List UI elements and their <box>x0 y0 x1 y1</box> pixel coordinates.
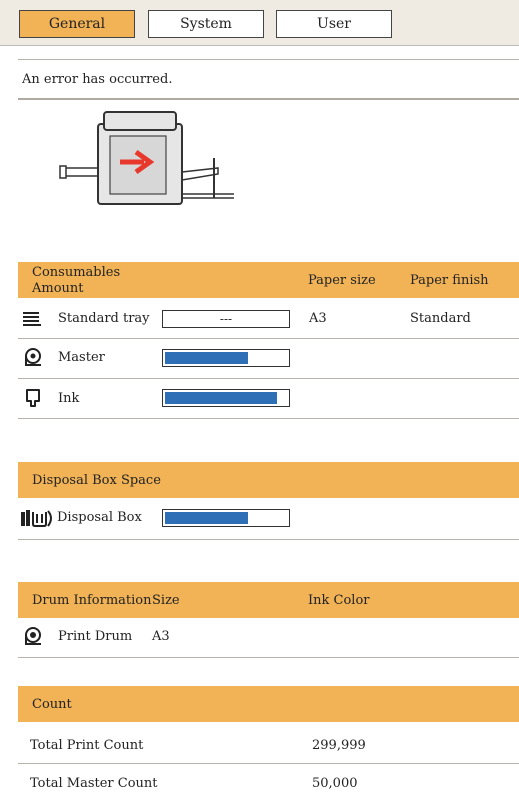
ink-label: Ink <box>58 391 80 406</box>
ink-color-header: Ink Color <box>308 593 370 608</box>
ink-level-bar <box>162 389 290 407</box>
paper-size-header: Paper size <box>308 273 376 288</box>
divider <box>18 657 519 658</box>
count-header: Count <box>18 686 519 722</box>
disposal-box-label: Disposal Box <box>57 510 142 525</box>
drum-header: Drum Information Size Ink Color <box>18 582 519 618</box>
disposal-box-level-bar <box>162 509 290 527</box>
divider <box>18 59 519 60</box>
disposal-header: Disposal Box Space <box>18 462 519 498</box>
tab-user[interactable]: User <box>276 10 392 38</box>
standard-tray-level-text: --- <box>219 312 233 326</box>
total-master-count-label: Total Master Count <box>30 776 158 791</box>
tab-general[interactable]: General <box>19 10 135 38</box>
count-label: Count <box>32 697 72 712</box>
standard-tray-label: Standard tray <box>58 311 150 326</box>
paper-finish-header: Paper finish <box>410 273 489 288</box>
drum-size-header: Size <box>152 593 180 608</box>
print-drum-size: A3 <box>152 629 170 644</box>
master-roll-icon <box>25 348 41 366</box>
disposal-box-icon <box>21 510 52 527</box>
consumables-header: Consumables Amount Paper size Paper fini… <box>18 262 519 298</box>
disposal-box-level-fill <box>165 512 248 524</box>
printer-error-icon <box>59 111 234 205</box>
master-level-bar <box>162 349 290 367</box>
tab-bar: General System User <box>0 0 519 46</box>
print-drum-icon <box>25 627 41 645</box>
amount-label: Amount <box>32 281 84 296</box>
paper-tray-icon <box>23 312 41 326</box>
total-print-count-label: Total Print Count <box>30 738 144 753</box>
divider <box>18 378 519 379</box>
total-master-count-value: 50,000 <box>312 776 358 791</box>
divider <box>18 763 519 764</box>
status-message: An error has occurred. <box>22 72 173 87</box>
ink-cartridge-icon <box>26 389 40 407</box>
standard-tray-paper-size: A3 <box>309 311 327 326</box>
ink-level-fill <box>165 392 278 404</box>
consumables-label: Consumables <box>32 265 121 280</box>
print-drum-label: Print Drum <box>58 629 133 644</box>
divider <box>18 338 519 339</box>
drum-information-label: Drum Information <box>32 593 152 608</box>
divider <box>18 418 519 419</box>
disposal-box-space-label: Disposal Box Space <box>32 473 161 488</box>
divider <box>18 539 519 540</box>
master-label: Master <box>58 350 105 365</box>
master-level-fill <box>165 352 248 364</box>
standard-tray-level-bar: --- <box>162 310 290 328</box>
total-print-count-value: 299,999 <box>312 738 366 753</box>
divider <box>18 98 519 100</box>
tab-system[interactable]: System <box>148 10 264 38</box>
standard-tray-paper-finish: Standard <box>410 311 471 326</box>
status-page: General System User An error has occurre… <box>0 0 519 794</box>
